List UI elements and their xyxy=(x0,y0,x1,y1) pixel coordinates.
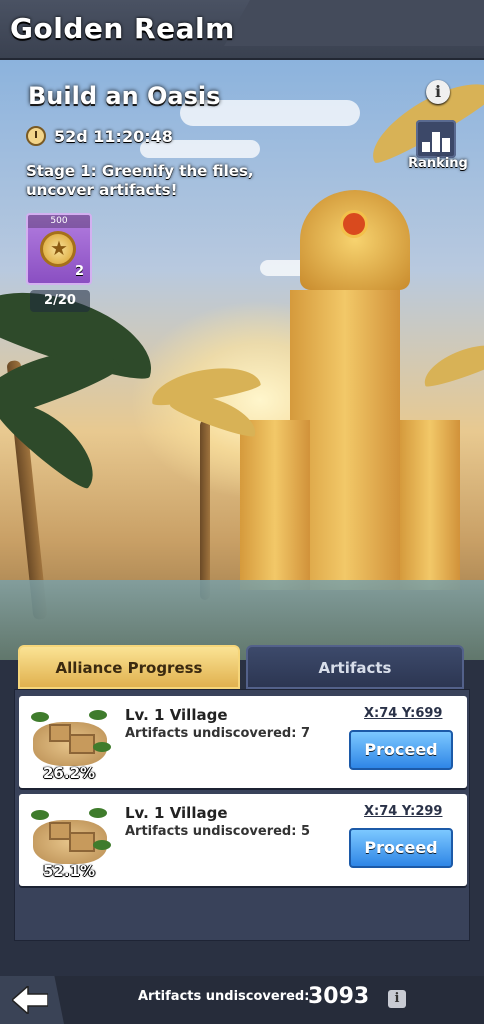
reward-progress: 2/20 xyxy=(30,290,90,312)
village-row: 26.2% Lv. 1 Village Artifacts undiscover… xyxy=(19,696,467,788)
palm-trunk xyxy=(200,420,210,600)
reward-card[interactable]: 500 2 xyxy=(26,213,92,285)
ranking-icon xyxy=(416,120,456,158)
footer-bar: Artifacts undiscovered: 3093 i xyxy=(0,976,484,1024)
village-coords-link[interactable]: X:74 Y:699 xyxy=(364,706,442,721)
tab-bar: Alliance Progress Artifacts xyxy=(18,645,464,689)
event-timer: 52d 11:20:48 xyxy=(26,126,173,146)
back-button[interactable] xyxy=(0,976,64,1024)
proceed-button[interactable]: Proceed xyxy=(349,730,453,770)
tab-artifacts[interactable]: Artifacts xyxy=(246,645,464,689)
footer-count: 3093 xyxy=(308,984,370,1009)
event-title: Build an Oasis xyxy=(28,82,221,110)
temple-wing xyxy=(400,420,460,590)
footer-label: Artifacts undiscovered: xyxy=(138,989,310,1004)
back-arrow-icon xyxy=(12,986,48,1014)
badge-icon xyxy=(40,231,76,267)
temple-crown xyxy=(300,190,410,290)
reward-points: 500 xyxy=(28,215,90,228)
village-list-panel: 26.2% Lv. 1 Village Artifacts undiscover… xyxy=(14,689,470,941)
village-icon xyxy=(27,800,113,870)
top-bar-notch xyxy=(224,0,484,46)
proceed-button[interactable]: Proceed xyxy=(349,828,453,868)
village-coords-link[interactable]: X:74 Y:299 xyxy=(364,804,442,819)
temple-wing xyxy=(240,420,310,590)
village-level: Lv. 1 Village xyxy=(125,706,228,724)
stage-description: Stage 1: Greenify the files, uncover art… xyxy=(26,162,254,199)
ranking-label: Ranking xyxy=(408,156,468,171)
tab-alliance-progress[interactable]: Alliance Progress xyxy=(18,645,240,689)
palm-frond xyxy=(418,335,484,391)
footer-info-icon[interactable]: i xyxy=(388,990,406,1008)
clock-icon xyxy=(26,126,46,146)
village-icon xyxy=(27,702,113,772)
page-title: Golden Realm xyxy=(10,12,235,45)
ranking-button[interactable]: Ranking xyxy=(408,120,468,176)
village-percent: 26.2% xyxy=(43,764,96,782)
village-row: 52.1% Lv. 1 Village Artifacts undiscover… xyxy=(19,794,467,886)
village-percent: 52.1% xyxy=(43,862,96,880)
timer-text: 52d 11:20:48 xyxy=(54,126,173,146)
top-bar: Golden Realm xyxy=(0,0,484,60)
reward-quantity: 2 xyxy=(74,264,84,279)
village-level: Lv. 1 Village xyxy=(125,804,228,822)
village-undiscovered: Artifacts undiscovered: 5 xyxy=(125,824,310,839)
temple-gem xyxy=(340,210,368,238)
info-icon[interactable]: i xyxy=(426,80,450,104)
village-undiscovered: Artifacts undiscovered: 7 xyxy=(125,726,310,741)
